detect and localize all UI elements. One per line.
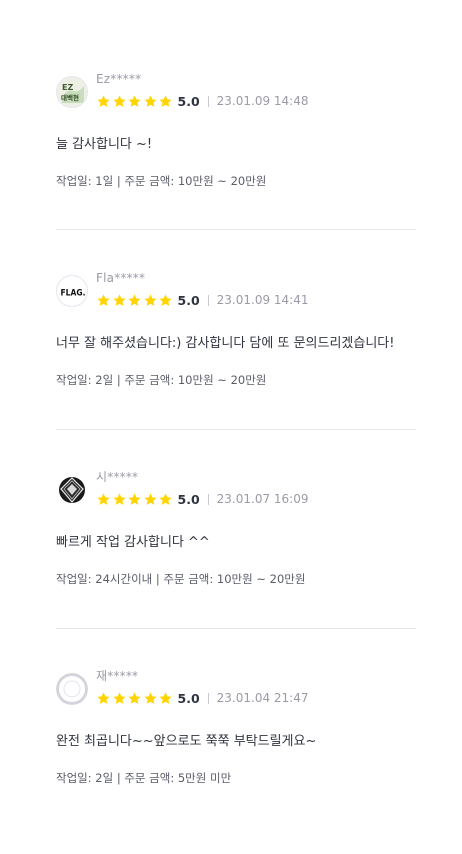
review-date: 23.01.09 14:48 [216,94,309,108]
review-header: EZ 대백현 Ez***** 5.0 23.01.09 14:48 [56,72,416,112]
star-rating [96,492,174,507]
reviewer-nickname: 시***** [96,470,139,484]
ez-logo-icon: EZ 대백현 [56,76,88,108]
review-comment: 너무 잘 해주셨습니다:) 감사합니다 담에 또 문의드리겠습니다! [56,336,395,351]
review-comment: 완전 최곱니다~~앞으로도 쭉쭉 부탁드릴게요~ [56,734,317,749]
default-user-icon [56,673,88,705]
star-rating [96,94,174,109]
star-icon [97,691,110,704]
star-icon [143,94,157,107]
review-item: 시***** 5.0 23.01.07 16:09 빠르게 작업 감사합니다 ^… [56,470,416,586]
review-date: 23.01.07 16:09 [216,492,309,506]
flag-logo-icon: FLAG. [56,275,88,307]
diamond-logo-icon [56,474,88,506]
review-date: 23.01.04 21:47 [216,691,309,705]
rating-row: 5.0 23.01.09 14:41 [96,292,309,308]
reviewer-nickname: Fla***** [96,271,146,285]
rating-row: 5.0 23.01.07 16:09 [96,491,309,507]
star-icon [112,492,126,505]
rating-score: 5.0 [177,93,200,109]
divider-bar [207,294,209,306]
star-icon [97,94,110,107]
order-info: 작업일: 2일 | 주문 금액: 5만원 미만 [56,771,232,785]
star-icon [128,94,141,107]
svg-text:EZ: EZ [62,83,73,92]
review-header: 재***** 5.0 23.01.04 21:47 [56,669,416,709]
star-icon [112,94,126,107]
star-icon [159,691,172,704]
divider-bar [207,493,209,505]
star-icon [143,691,157,704]
reviewer-nickname: 재***** [96,669,139,683]
review-item: FLAG. Fla***** 5.0 23.01.09 14:41 너무 잘 해… [56,271,416,387]
review-header: 시***** 5.0 23.01.07 16:09 [56,470,416,510]
star-icon [159,293,172,306]
order-info: 작업일: 1일 | 주문 금액: 10만원 ~ 20만원 [56,174,267,188]
review-date: 23.01.09 14:41 [216,293,309,307]
divider-bar [207,95,209,107]
star-icon [128,492,141,505]
rating-row: 5.0 23.01.09 14:48 [96,93,309,109]
review-divider [56,628,416,629]
divider-bar [207,692,209,704]
review-divider [56,229,416,230]
order-info: 작업일: 24시간이내 | 주문 금액: 10만원 ~ 20만원 [56,572,306,586]
star-icon [159,492,172,505]
star-icon [112,293,126,306]
star-rating [96,293,174,308]
star-icon [97,492,110,505]
star-rating [96,691,174,706]
svg-text:대백현: 대백현 [61,93,79,102]
review-comment: 늘 감사합니다 ~! [56,137,153,152]
star-icon [143,492,157,505]
star-icon [143,293,157,306]
star-icon [159,94,172,107]
review-item: EZ 대백현 Ez***** 5.0 23.01.09 14:48 늘 감사합니… [56,72,416,188]
reviewer-nickname: Ez***** [96,72,142,86]
rating-score: 5.0 [177,491,200,507]
review-comment: 빠르게 작업 감사합니다 ^^ [56,535,210,550]
review-item: 재***** 5.0 23.01.04 21:47 완전 최곱니다~~앞으로도 … [56,669,416,785]
order-info: 작업일: 2일 | 주문 금액: 10만원 ~ 20만원 [56,373,267,387]
star-icon [97,293,110,306]
review-header: FLAG. Fla***** 5.0 23.01.09 14:41 [56,271,416,311]
rating-score: 5.0 [177,292,200,308]
rating-row: 5.0 23.01.04 21:47 [96,690,309,706]
review-divider [56,429,416,430]
svg-text:FLAG.: FLAG. [61,289,86,299]
rating-score: 5.0 [177,690,200,706]
star-icon [128,691,141,704]
star-icon [128,293,141,306]
star-icon [112,691,126,704]
